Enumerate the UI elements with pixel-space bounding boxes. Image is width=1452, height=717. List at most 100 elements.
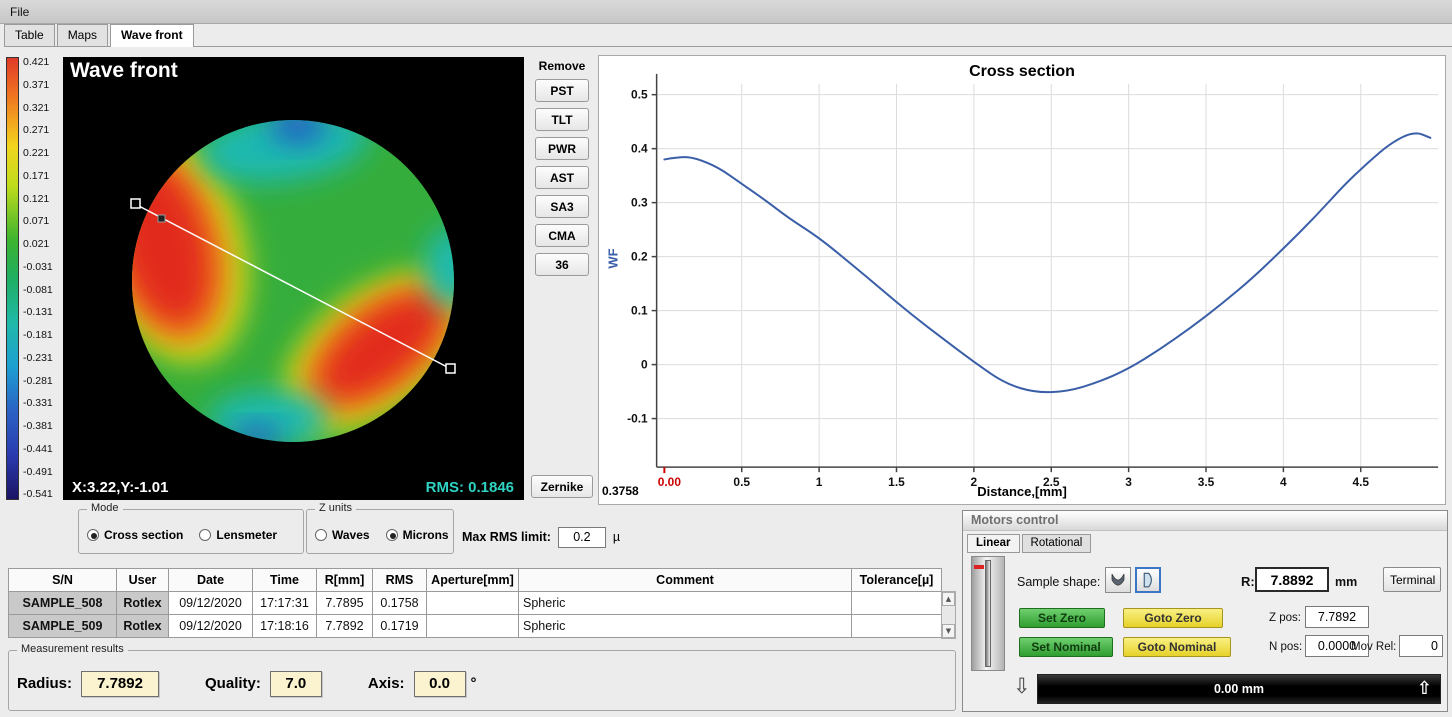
z-pos-label: Z pos: [1269,612,1301,624]
colorbar-label: 0.071 [23,215,50,228]
sample-shape-convex-button[interactable] [1135,567,1161,593]
table-scrollbar[interactable]: ▲ ▼ [941,591,956,639]
motors-tab-bar: Linear Rotational [967,534,1093,553]
cursor-coordinates: X:3.22,Y:-1.01 [72,479,169,496]
column-header[interactable]: Aperture[mm] [426,568,519,592]
scroll-down-icon[interactable]: ▼ [942,624,955,638]
tab-maps[interactable]: Maps [56,24,109,46]
colorbar-label: 0.171 [23,169,50,182]
r-input[interactable] [1255,567,1329,592]
column-header[interactable]: Comment [518,568,852,592]
radio-button-icon [87,528,99,541]
convex-lens-icon [1143,572,1152,588]
motors-control-panel: Motors control Linear Rotational Sample s… [962,510,1448,712]
set-zero-button[interactable]: Set Zero [1019,608,1105,628]
mov-rel-input[interactable] [1399,635,1443,657]
radio-cross-section[interactable]: Cross section [87,528,183,542]
svg-text:0.4: 0.4 [631,142,648,156]
goto-nominal-button[interactable]: Goto Nominal [1123,637,1231,657]
z-units-options: Waves Microns [307,510,453,553]
set-nominal-button[interactable]: Set Nominal [1019,637,1113,657]
radio-label: Microns [402,527,449,542]
radio-waves[interactable]: Waves [315,528,370,542]
motors-tab-rotational[interactable]: Rotational [1021,534,1092,553]
line-handle-end[interactable] [445,363,456,374]
remove-ast-button[interactable]: AST [535,166,589,189]
tab-table[interactable]: Table [4,24,55,46]
sample-shape-concave-button[interactable] [1105,567,1131,593]
remove-36-button[interactable]: 36 [535,253,589,276]
axis-result: Axis: 0.0 ° [367,670,477,697]
colorbar-label: -0.231 [23,351,53,364]
colorbar-label: 0.121 [23,192,50,205]
z-pos-input[interactable] [1305,606,1369,628]
wavefront-title: Wave front [70,59,178,82]
table-row[interactable]: SAMPLE_508 Rotlex 09/12/2020 17:17:31 7.7895… [8,591,942,615]
position-bar-value: 0.00 mm [1213,682,1265,696]
motors-tab-linear[interactable]: Linear [967,534,1020,553]
radio-lensmeter[interactable]: Lensmeter [199,528,277,542]
zernike-button[interactable]: Zernike [531,475,593,498]
move-down-icon[interactable]: ⇩ [1013,674,1031,698]
radio-button-icon [199,528,212,541]
remove-cma-button[interactable]: CMA [535,224,589,247]
move-up-icon[interactable]: ⇧ [1417,678,1432,699]
cross-section-chart: -0.1 0 0.1 0.2 0.3 0.4 0.5 0.5 1 1.5 2 2.5 3 3.5 4 4.5 0… [598,55,1446,505]
column-header[interactable]: RMS [372,568,427,592]
file-menu[interactable]: File [0,2,39,22]
max-rms-limit-unit: µ [612,530,621,544]
column-header[interactable]: Date [168,568,253,592]
radio-microns[interactable]: Microns [385,527,449,542]
terminal-button[interactable]: Terminal [1383,567,1441,592]
concave-lens-icon [1111,573,1125,586]
column-header[interactable]: User [116,568,169,592]
colorbar-label: -0.491 [23,465,53,478]
goto-zero-button[interactable]: Goto Zero [1123,608,1223,628]
line-handle-start[interactable] [130,198,141,209]
colorbar: 0.421 0.371 0.321 0.271 0.221 0.171 0.121 0.071… [6,57,62,500]
colorbar-gradient [6,57,19,500]
colorbar-label: -0.541 [23,488,53,501]
remove-sa3-button[interactable]: SA3 [535,195,589,218]
mov-rel-label: Mov Rel: [1351,641,1397,653]
line-marker[interactable] [157,214,166,223]
tab-wave-front[interactable]: Wave front [110,24,194,47]
column-header[interactable]: S/N [8,568,117,592]
colorbar-label: -0.181 [23,329,53,341]
max-rms-limit-input[interactable] [557,526,606,548]
max-rms-limit-label: Max RMS limit: [462,530,551,544]
radio-label: Waves [332,527,370,542]
r-unit-label: mm [1335,575,1358,589]
z-units-groupbox-title: Z units [315,502,357,514]
x-axis-label: Distance,[mm] [977,484,1067,499]
table-row[interactable]: SAMPLE_509 Rotlex 09/12/2020 17:18:16 7.7892… [8,614,942,638]
chart-title: Cross section [969,63,1075,80]
colorbar-label: -0.281 [23,374,53,387]
colorbar-label: 0.371 [23,78,50,91]
colorbar-label: 0.321 [23,101,50,114]
quality-label: Quality: [205,675,261,692]
motors-control-title: Motors control [963,511,1447,531]
cross-section-rms-value: 0.3758 [602,484,639,498]
svg-text:0.1: 0.1 [631,304,648,318]
radio-label: Lensmeter [216,527,278,542]
scroll-up-icon[interactable]: ▲ [942,592,955,606]
svg-text:0.2: 0.2 [631,250,648,264]
column-header[interactable]: Tolerance[µ] [851,568,942,592]
results-table: S/N User Date Time R[mm] RMS Aperture[mm] Comme… [8,568,942,638]
remove-pst-button[interactable]: PST [535,79,589,102]
column-header[interactable]: R[mm] [316,568,373,592]
application-window: File Table Maps Wave front 0.421 0.371 0.321… [0,0,1452,717]
colorbar-label: -0.381 [23,420,53,432]
column-header[interactable]: Time [252,568,317,592]
svg-text:0.3: 0.3 [631,196,648,210]
remove-pwr-button[interactable]: PWR [535,137,589,160]
colorbar-label: -0.081 [23,283,53,296]
axis-label: Axis: [367,675,405,692]
colorbar-label: 0.271 [23,124,50,137]
tab-bar: Table Maps Wave front [4,24,1452,47]
remove-tlt-button[interactable]: TLT [535,108,589,131]
z-units-groupbox: Z units Waves Microns [306,502,454,554]
sample-shape-label: Sample shape: [1017,575,1101,589]
z-axis-gauge[interactable] [971,556,1005,671]
